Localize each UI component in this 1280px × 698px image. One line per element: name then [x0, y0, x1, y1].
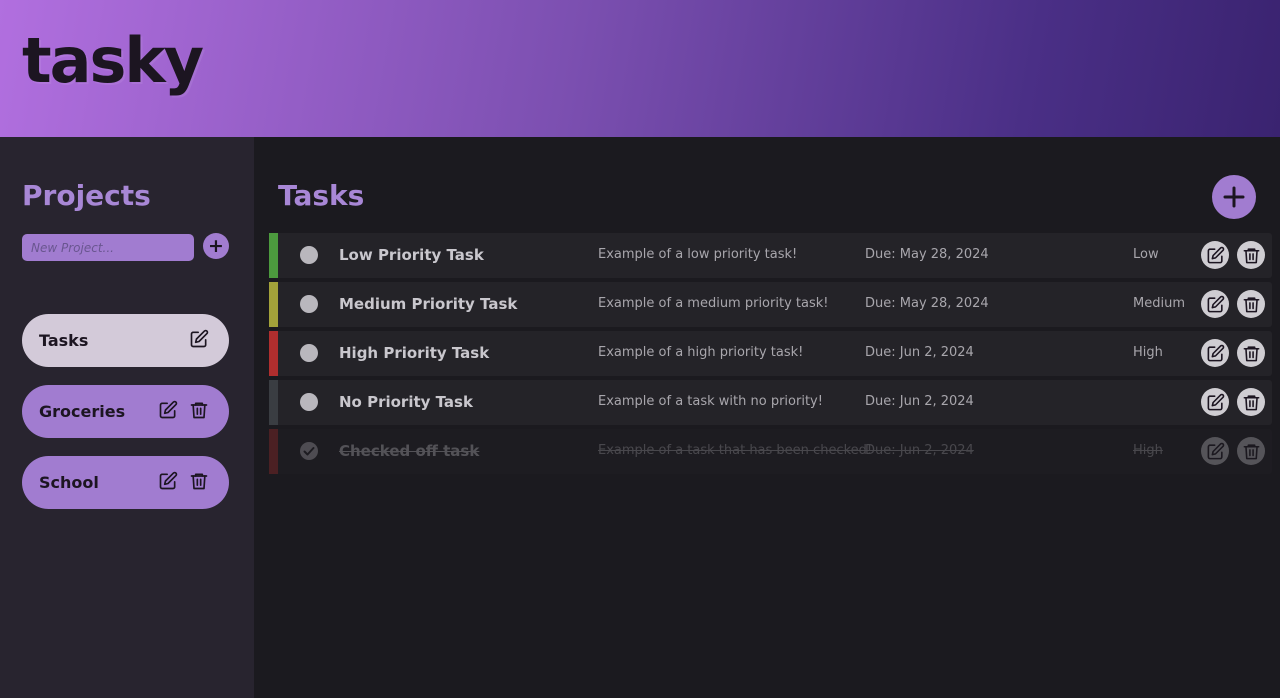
trash-icon [1243, 394, 1259, 410]
project-label: Groceries [39, 402, 126, 421]
task-checkbox[interactable] [300, 295, 318, 313]
task-title: High Priority Task [339, 344, 490, 362]
task-title: No Priority Task [339, 393, 473, 411]
add-project-button[interactable]: + [203, 233, 229, 259]
task-description: Example of a low priority task! [598, 247, 798, 262]
task-checkbox[interactable] [300, 442, 318, 460]
edit-task-button[interactable] [1201, 437, 1229, 465]
trash-icon [1243, 296, 1259, 312]
task-checkbox[interactable] [300, 393, 318, 411]
edit-task-button[interactable] [1201, 290, 1229, 318]
trash-icon[interactable] [189, 400, 209, 420]
edit-icon [1207, 393, 1224, 410]
task-title: Medium Priority Task [339, 295, 518, 313]
trash-icon [1243, 247, 1259, 263]
task-priority: High [1133, 345, 1163, 360]
edit-icon [1207, 442, 1224, 459]
task-description: Example of a task with no priority! [598, 394, 823, 409]
task-row: High Priority Task Example of a high pri… [269, 331, 1272, 376]
project-item-tasks[interactable]: Tasks [22, 314, 229, 367]
edit-icon[interactable] [158, 471, 178, 491]
add-task-button[interactable] [1212, 175, 1256, 219]
project-item-school[interactable]: School [22, 456, 229, 509]
delete-task-button[interactable] [1237, 290, 1265, 318]
plus-icon [1223, 186, 1245, 208]
task-checkbox[interactable] [300, 344, 318, 362]
new-project-input[interactable] [22, 234, 194, 261]
project-label: Tasks [39, 331, 89, 350]
task-row: No Priority Task Example of a task with … [269, 380, 1272, 425]
priority-indicator [269, 282, 278, 327]
task-description: Example of a high priority task! [598, 345, 804, 360]
task-due-date: Due: Jun 2, 2024 [865, 443, 974, 458]
page-title: Tasks [278, 179, 365, 212]
edit-icon [1207, 344, 1224, 361]
task-description: Example of a task that has been checked! [598, 443, 873, 458]
task-title: Checked off task [339, 442, 480, 460]
priority-indicator [269, 233, 278, 278]
trash-icon [1243, 443, 1259, 459]
edit-icon [1207, 295, 1224, 312]
edit-task-button[interactable] [1201, 241, 1229, 269]
edit-task-button[interactable] [1201, 339, 1229, 367]
app-logo: tasky [22, 24, 204, 97]
delete-task-button[interactable] [1237, 241, 1265, 269]
task-row: Low Priority Task Example of a low prior… [269, 233, 1272, 278]
task-due-date: Due: May 28, 2024 [865, 296, 989, 311]
project-label: School [39, 473, 99, 492]
edit-task-button[interactable] [1201, 388, 1229, 416]
task-row: Checked off task Example of a task that … [269, 429, 1272, 474]
trash-icon [1243, 345, 1259, 361]
priority-indicator [269, 429, 278, 474]
edit-icon [1207, 246, 1224, 263]
priority-indicator [269, 380, 278, 425]
task-priority: High [1133, 443, 1163, 458]
trash-icon[interactable] [189, 471, 209, 491]
sidebar: Projects + Tasks Groceries School [0, 137, 254, 698]
delete-task-button[interactable] [1237, 437, 1265, 465]
delete-task-button[interactable] [1237, 339, 1265, 367]
priority-indicator [269, 331, 278, 376]
project-item-groceries[interactable]: Groceries [22, 385, 229, 438]
task-due-date: Due: May 28, 2024 [865, 247, 989, 262]
app-header: tasky [0, 0, 1280, 137]
edit-icon[interactable] [189, 329, 209, 349]
task-checkbox[interactable] [300, 246, 318, 264]
edit-icon[interactable] [158, 400, 178, 420]
task-due-date: Due: Jun 2, 2024 [865, 394, 974, 409]
sidebar-title: Projects [22, 179, 151, 212]
check-icon [303, 447, 315, 456]
task-priority: Medium [1133, 296, 1185, 311]
task-title: Low Priority Task [339, 246, 484, 264]
task-priority: Low [1133, 247, 1159, 262]
task-row: Medium Priority Task Example of a medium… [269, 282, 1272, 327]
task-description: Example of a medium priority task! [598, 296, 829, 311]
task-due-date: Due: Jun 2, 2024 [865, 345, 974, 360]
delete-task-button[interactable] [1237, 388, 1265, 416]
main-panel: Tasks Low Priority Task Example of a low… [254, 137, 1280, 698]
